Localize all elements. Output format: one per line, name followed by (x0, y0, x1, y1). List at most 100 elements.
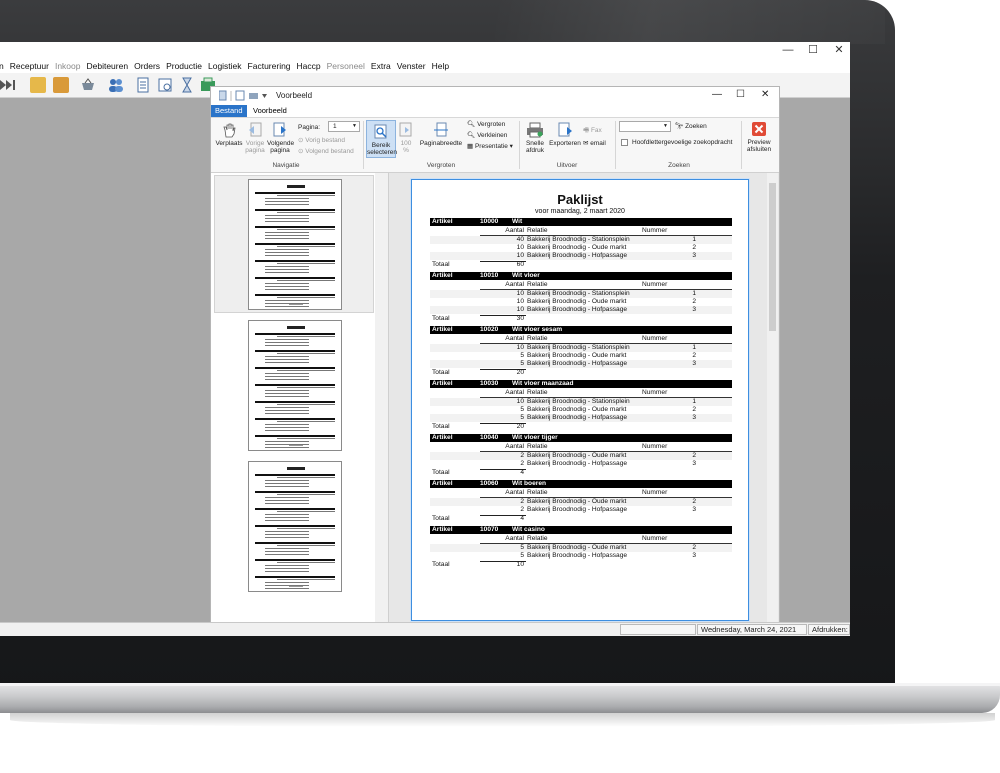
close-button[interactable]: ✕ (832, 44, 846, 56)
snelle-afdruk-button[interactable]: Snelle afdruk (522, 122, 548, 154)
table-row: 10 Bakkerij Broodnodig - Hofpassage 3 (430, 306, 732, 314)
artikel-code: 10020 (480, 326, 499, 333)
page-thumbnail-2[interactable] (248, 320, 342, 451)
basket-icon[interactable] (80, 77, 96, 93)
viewer-scrollbar-thumb[interactable] (769, 183, 776, 331)
menu-bar: n Receptuur Inkoop Debiteuren Orders Producti… (0, 59, 850, 73)
zoeken-input[interactable]: ▼ (619, 121, 671, 132)
viewer-scrollbar[interactable] (767, 173, 778, 622)
tab-voorbeeld[interactable]: Voorbeeld (249, 105, 291, 117)
verkleinen-button[interactable]: 🔍︎ Verkleinen (467, 132, 507, 140)
table-row: 5 Bakkerij Broodnodig - Hofpassage 3 (430, 414, 732, 422)
preview-afsluiten-button[interactable]: Preview afsluiten (744, 121, 774, 153)
hoofdletter-checkbox[interactable] (621, 139, 628, 146)
minimize-button[interactable]: — (781, 44, 795, 56)
thumb-row-line (265, 373, 309, 374)
thumb-row-line (265, 517, 309, 518)
menu-item-haccp[interactable]: Haccp (297, 59, 321, 73)
total-row: Totaal 60 (430, 261, 732, 269)
volgend-bestand-button[interactable]: ⊙ Volgend bestand (298, 148, 354, 156)
thumb-row-line (265, 537, 309, 538)
ribbon-separator (615, 121, 616, 169)
preview-maximize-button[interactable]: ☐ (736, 89, 745, 100)
aantal-value: 10 (516, 398, 524, 405)
zoeken-button[interactable]: 🔭︎ Zoeken (675, 123, 707, 131)
verplaats-button[interactable]: Verplaats (214, 122, 244, 147)
chevron-down-icon: ▼ (352, 123, 357, 129)
thumb-row-line (277, 246, 335, 247)
preview-close-button[interactable]: ✕ (761, 89, 769, 100)
relatie-value: Bakkerij Broodnodig - Oude markt (527, 406, 627, 413)
fax-button[interactable]: 🖷︎ Fax (583, 127, 602, 135)
nummer-value: 1 (692, 344, 696, 351)
menu-item-orders[interactable]: Orders (134, 59, 160, 73)
menu-item-facturering[interactable]: Facturering (248, 59, 291, 73)
zoeken-label: Zoeken (685, 123, 707, 130)
aantal-header: Aantal (505, 281, 524, 288)
section-header: Artikel 10010 Wit vloer (430, 272, 732, 280)
email-label: email (590, 140, 606, 147)
menu-item-inkoop[interactable]: Inkoop (55, 59, 81, 73)
menu-item-help[interactable]: Help (432, 59, 449, 73)
menu-item-venster[interactable]: Venster (397, 59, 426, 73)
thumb-row-line (265, 441, 309, 442)
tab-bestand[interactable]: Bestand (211, 105, 247, 117)
pagina-select[interactable]: 1 ▼ (328, 121, 360, 132)
menu-item-n[interactable]: n (0, 59, 4, 73)
users-icon[interactable] (108, 77, 124, 93)
totaal-label: Totaal (432, 561, 450, 568)
preview-minimize-button[interactable]: — (712, 89, 722, 100)
quick-access-icons[interactable] (219, 90, 279, 102)
email-button[interactable]: ✉ email (583, 140, 606, 148)
page-thumbnail-3[interactable] (248, 461, 342, 592)
menu-item-debiteuren[interactable]: Debiteuren (86, 59, 128, 73)
menu-item-extra[interactable]: Extra (371, 59, 391, 73)
thumb-row-line (265, 497, 309, 498)
thumb-row-line (265, 289, 309, 290)
bereik-selecteren-button[interactable]: Bereik selecteren (366, 120, 397, 158)
maximize-button[interactable]: ☐ (806, 44, 820, 56)
last-record-icon[interactable] (0, 77, 20, 93)
thumb-section-line (255, 209, 335, 211)
thumbnail-scrollbar[interactable] (375, 173, 388, 622)
calendar-icon[interactable] (157, 77, 173, 93)
table-row: 40 Bakkerij Broodnodig - Stationsplein 1 (430, 236, 732, 244)
thumb-row-line (265, 283, 309, 284)
hourglass-icon[interactable] (179, 77, 195, 93)
vorige-pagina-button[interactable]: Vorige pagina (243, 122, 267, 154)
menu-item-receptuur[interactable]: Receptuur (10, 59, 49, 73)
pagina-value: 1 (333, 123, 337, 130)
thumb-section-line (255, 401, 335, 403)
verplaats-label: Verplaats (215, 140, 243, 147)
folder-icon[interactable] (30, 77, 46, 93)
presentatie-button[interactable]: ▦ Presentatie ▾ (467, 143, 513, 151)
relatie-header: Relatie (527, 227, 548, 234)
nummer-value: 2 (692, 498, 696, 505)
artikel-label: Artikel (432, 218, 453, 225)
preview-titlebar: Voorbeeld — ☐ ✕ (211, 87, 779, 105)
aantal-value: 40 (516, 236, 524, 243)
vorig-bestand-button[interactable]: ⊙ Vorig bestand (298, 137, 345, 145)
table-row: 5 Bakkerij Broodnodig - Oude markt 2 (430, 406, 732, 414)
exporteren-button[interactable]: Exporteren (549, 122, 581, 147)
relatie-value: Bakkerij Broodnodig - Hofpassage (527, 552, 628, 559)
folders-icon[interactable] (53, 77, 69, 93)
menu-item-logistiek[interactable]: Logistiek (208, 59, 242, 73)
document-icon[interactable] (135, 77, 151, 93)
report-viewer: Paklijst voor maandag, 2 maart 2020 Arti… (389, 173, 779, 622)
volgende-pagina-button[interactable]: Volgende pagina (267, 122, 294, 154)
aantal-value: 2 (520, 452, 524, 459)
thumb-row-line (265, 393, 309, 394)
menu-item-productie[interactable]: Productie (166, 59, 202, 73)
relatie-value: Bakkerij Broodnodig - Hofpassage (527, 252, 628, 259)
relatie-value: Bakkerij Broodnodig - Oude markt (527, 352, 627, 359)
page-thumbnail-1[interactable] (248, 179, 342, 310)
nummer-value: 2 (692, 244, 696, 251)
menu-item-personeel[interactable]: Personeel (327, 59, 365, 73)
zoom-100-button[interactable]: 100 % (398, 122, 414, 154)
relatie-value: Bakkerij Broodnodig - Hofpassage (527, 460, 628, 467)
report-title: Paklijst (557, 192, 603, 207)
vergroten-button[interactable]: 🔍︎ Vergroten (467, 121, 505, 129)
paginabreedte-button[interactable]: Paginabreedte (419, 122, 463, 147)
relatie-value: Bakkerij Broodnodig - Stationsplein (527, 398, 630, 405)
